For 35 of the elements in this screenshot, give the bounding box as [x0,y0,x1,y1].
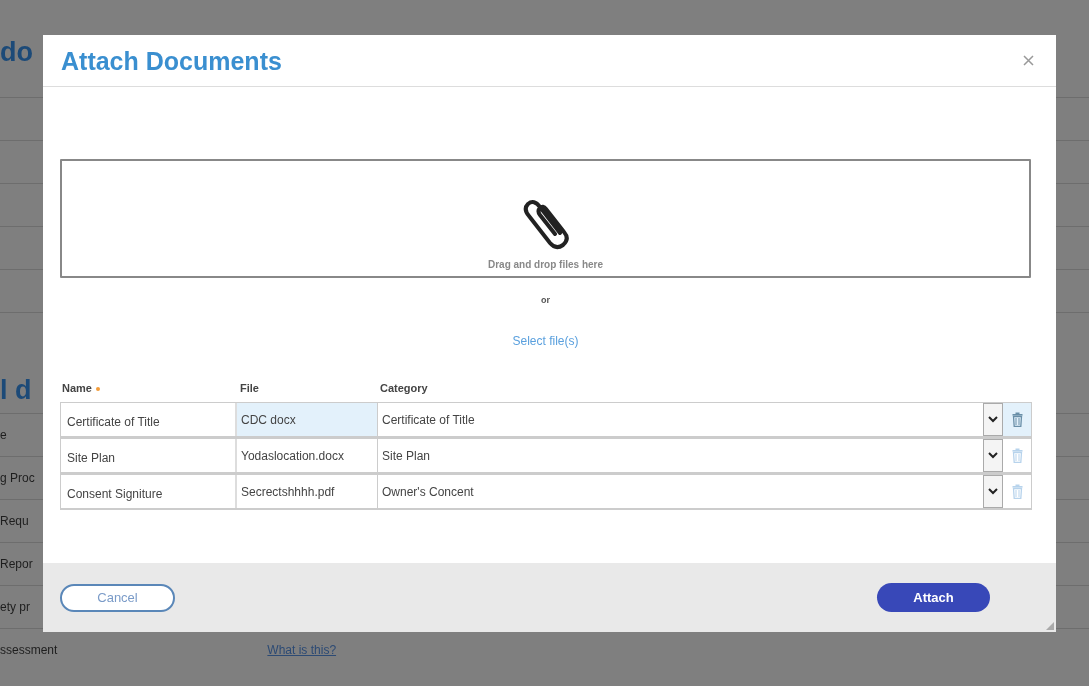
dropdown-button[interactable] [983,402,1003,436]
or-text: or [540,294,551,307]
file-cell: Yodaslocation.docx [237,438,378,472]
column-header: Category [380,381,428,394]
dropzone[interactable]: Drag and drop files here [60,159,1031,278]
row-label: ssessment [0,642,58,659]
page-heading: do [0,36,33,69]
category-value: Site Plan [381,447,432,465]
trash-icon[interactable] [1011,483,1023,499]
row-label: Requ [0,513,29,530]
trash-icon[interactable] [1011,411,1023,427]
column-header: Name [62,381,100,394]
caret-icon [988,487,998,495]
name-field[interactable]: Consent Signiture [61,474,237,508]
column-header: File [240,381,259,394]
name-field[interactable]: Site Plan [61,438,237,472]
attach-button[interactable]: Attach [877,583,990,612]
page-heading: l d [0,374,32,407]
row-label: g Proc [0,470,35,487]
file-cell: CDC docx [237,402,378,436]
dialog-title: Attach Documents [61,45,282,76]
resize-grip-icon[interactable] [1046,622,1054,630]
caret-icon [988,415,998,423]
row-label: ety pr [0,599,30,616]
dropdown-button[interactable] [983,438,1003,472]
row-label: e [0,427,7,444]
trash-icon[interactable] [1011,447,1023,463]
close-icon[interactable] [1023,55,1034,66]
row-label: Repor [0,556,33,573]
dropzone-hint: Drag and drop files here [488,258,603,272]
dropdown-button[interactable] [983,474,1003,508]
category-value: Owner's Concent [381,483,475,501]
caret-icon [988,451,998,459]
category-value: Certificate of Title [381,411,476,429]
file-cell: Secrectshhhh.pdf [237,474,378,508]
